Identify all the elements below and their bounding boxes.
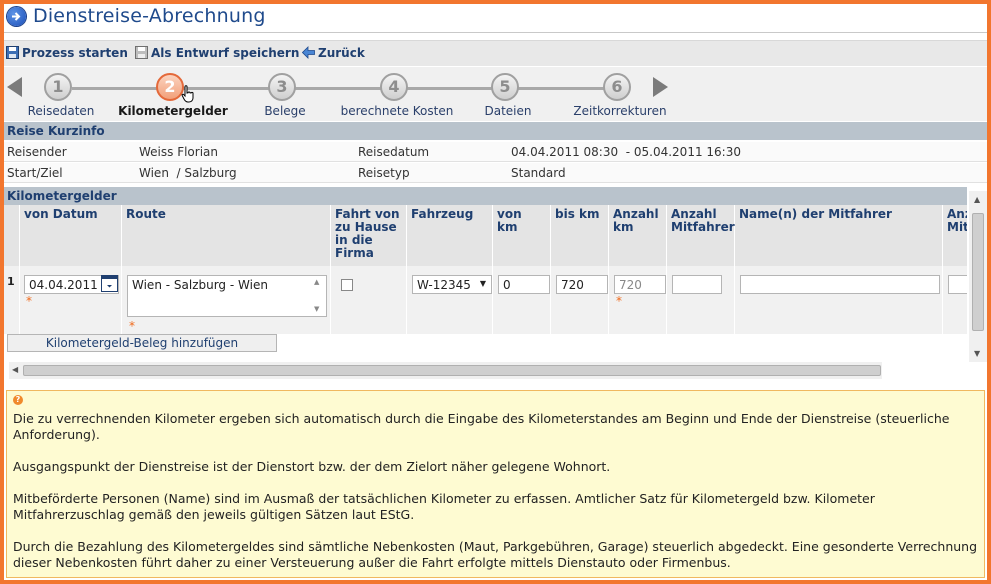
add-kilometergeld-button[interactable]: Kilometergeld-Beleg hinzufügen — [7, 334, 277, 352]
wizard-steps: 1 Reisedaten 2 Kilometergelder 3 Belege … — [4, 67, 987, 121]
toolbar: Prozess starten Als Entwurf speichern Zu… — [4, 40, 987, 66]
column-header-fahrzeug: Fahrzeug — [407, 205, 493, 266]
column-header-rownum — [4, 205, 20, 266]
kurzinfo-header: Reise Kurzinfo — [4, 122, 987, 140]
step-connector-line — [72, 87, 620, 90]
step-number: 1 — [44, 73, 72, 101]
anzahl-km-value: 720 — [619, 278, 642, 292]
reisender-value: Weiss Florian — [139, 145, 219, 159]
back-arrow-icon — [302, 46, 315, 59]
help-paragraph: Die zu verrechnenden Kilometer ergeben s… — [13, 411, 950, 442]
back-label: Zurück — [318, 46, 365, 60]
reisedatum-value: 04.04.2011 08:30 - 05.04.2011 16:30 — [511, 145, 741, 159]
required-marker: * — [129, 319, 135, 333]
scroll-left-icon[interactable]: ◀ — [12, 365, 18, 374]
title-divider — [4, 32, 987, 33]
previous-step-arrow-icon[interactable] — [7, 77, 22, 97]
reisetyp-label: Reisetyp — [358, 166, 410, 180]
column-header-namen: Name(n) der Mitfahrer — [735, 205, 943, 266]
help-panel: ? Die zu verrechnenden Kilometer ergeben… — [6, 390, 985, 578]
start-process-button[interactable]: Prozess starten — [6, 46, 128, 60]
step-label: Zeitkorrekturen — [573, 104, 667, 118]
vertical-scroll-thumb[interactable] — [972, 213, 984, 331]
save-draft-button[interactable]: Als Entwurf speichern — [135, 46, 299, 60]
calendar-icon[interactable] — [101, 275, 118, 292]
required-marker: * — [616, 294, 622, 308]
info-row-reisender: Reisender Weiss Florian Reisedatum 04.04… — [4, 142, 987, 162]
bis-km-input[interactable]: 720 — [556, 275, 608, 294]
reisedatum-label: Reisedatum — [358, 145, 430, 159]
startziel-value: Wien / Salzburg — [139, 166, 237, 180]
bis-km-value: 720 — [561, 278, 584, 292]
save-draft-icon — [135, 46, 148, 59]
start-process-label: Prozess starten — [22, 46, 128, 60]
step-number: 3 — [268, 73, 296, 101]
horizontal-scroll-thumb[interactable] — [23, 365, 881, 376]
help-paragraph: Mitbeförderte Personen (Name) sind im Au… — [13, 491, 875, 522]
column-header-fahrt: Fahrt von zu Hause in die Firma — [331, 205, 407, 266]
hand-cursor-icon — [181, 85, 194, 103]
column-header-von-km: von km — [493, 205, 551, 266]
vertical-scrollbar[interactable]: ▲ ▼ — [969, 191, 987, 362]
chevron-down-icon: ▼ — [479, 279, 486, 288]
forward-circle-icon — [7, 7, 26, 26]
route-textarea[interactable]: Wien - Salzburg - Wien — [127, 275, 327, 317]
column-header-bis-km: bis km — [551, 205, 609, 266]
step-number: 2 — [156, 73, 184, 101]
step-number: 5 — [491, 73, 519, 101]
startziel-label: Start/Ziel — [7, 166, 63, 180]
fahrzeug-select[interactable]: W-12345 ▼ — [412, 275, 492, 294]
column-header-cut: Anz Mit — [943, 205, 967, 266]
page-title: Dienstreise-Abrechnung — [33, 5, 266, 27]
save-draft-label: Als Entwurf speichern — [151, 46, 300, 60]
reisetyp-value: Standard — [511, 166, 566, 180]
anzahl-mitfahrer-input[interactable] — [672, 275, 722, 294]
reisender-label: Reisender — [7, 145, 67, 159]
scroll-down-icon[interactable]: ▼ — [974, 349, 980, 358]
anzahl-km-field: 720 — [614, 275, 666, 294]
kilometergelder-header: Kilometergelder — [4, 187, 967, 205]
fahrzeug-value: W-12345 — [417, 278, 471, 292]
textarea-scroll-down-icon[interactable]: ▼ — [314, 305, 319, 313]
info-row-startziel: Start/Ziel Wien / Salzburg Reisetyp Stan… — [4, 163, 987, 183]
fahrt-checkbox[interactable] — [341, 279, 353, 291]
route-value: Wien - Salzburg - Wien — [132, 278, 268, 292]
column-header-route: Route — [122, 205, 331, 266]
von-km-value: 0 — [503, 278, 511, 292]
help-icon: ? — [13, 395, 23, 405]
step-number: 6 — [603, 73, 631, 101]
back-button[interactable]: Zurück — [302, 46, 365, 60]
step-number: 4 — [380, 73, 408, 101]
horizontal-scrollbar[interactable]: ◀ — [9, 362, 882, 379]
app-window: Dienstreise-Abrechnung Prozess starten A… — [4, 4, 987, 580]
help-paragraph: Durch die Bezahlung des Kilometergeldes … — [13, 539, 978, 570]
required-marker: * — [26, 294, 32, 308]
textarea-scroll-up-icon[interactable]: ▲ — [314, 278, 319, 286]
cut-input[interactable] — [948, 275, 967, 294]
column-header-anzahl-mitfahrer: Anzahl Mitfahrer — [667, 205, 735, 266]
namen-input[interactable] — [740, 275, 940, 294]
scroll-up-icon[interactable]: ▲ — [974, 195, 980, 204]
von-km-input[interactable]: 0 — [498, 275, 550, 294]
column-header-von-datum: von Datum — [20, 205, 122, 266]
next-step-arrow-icon[interactable] — [653, 77, 668, 97]
column-header-anzahl-km: Anzahl km — [609, 205, 667, 266]
row-number: 1 — [7, 275, 15, 288]
save-icon — [6, 46, 19, 59]
kilometergelder-grid: von Datum Route Fahrt von zu Hause in di… — [4, 205, 967, 334]
von-datum-value: 04.04.2011 — [29, 278, 98, 292]
help-paragraph: Ausgangspunkt der Dienstreise ist der Di… — [13, 459, 611, 474]
cell-fahrt — [331, 266, 407, 334]
title-bar: Dienstreise-Abrechnung — [4, 4, 987, 32]
